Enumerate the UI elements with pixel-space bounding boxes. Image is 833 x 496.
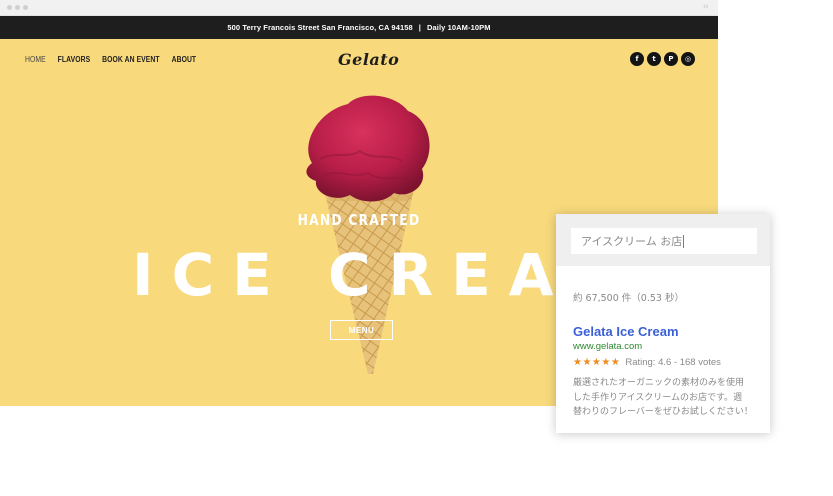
result-title-link[interactable]: Gelata Ice Cream [573, 324, 679, 339]
window-dot-icon[interactable] [7, 5, 12, 10]
browser-title-bar: ‹› [0, 0, 718, 16]
result-url[interactable]: www.gelata.com [573, 341, 642, 352]
search-result-card: アイスクリーム お店 約 67,500 件（0.53 秒） Gelata Ice… [556, 214, 770, 433]
info-bar: 500 Terry Francois Street San Francisco,… [0, 16, 718, 39]
nav-item-home[interactable]: HOME [25, 55, 46, 64]
facebook-icon[interactable]: f [630, 52, 644, 66]
nav-item-about[interactable]: ABOUT [172, 55, 197, 64]
social-links: f t P ◎ [630, 52, 695, 66]
resize-icon: ‹› [702, 2, 709, 12]
main-nav: HOME FLAVORS BOOK AN EVENT ABOUT [25, 55, 196, 64]
info-separator: | [418, 23, 421, 32]
description-line: 厳選されたオーガニックの素材のみを使用 [573, 378, 745, 388]
nav-item-book-an-event[interactable]: BOOK AN EVENT [102, 55, 160, 64]
search-header: アイスクリーム お店 [556, 214, 770, 266]
nav-item-flavors[interactable]: FLAVORS [58, 55, 91, 64]
hours-text: Daily 10AM-10PM [427, 23, 491, 32]
description-line: した手作りアイスクリームのお店です。週 [573, 392, 743, 403]
address-text: 500 Terry Francois Street San Francisco,… [227, 23, 413, 32]
rating-row: ★★★★★ Rating: 4.6 - 168 votes [573, 357, 721, 368]
site-logo[interactable]: Gelato [338, 50, 399, 69]
result-count: 約 67,500 件（0.53 秒） [573, 293, 684, 304]
description-line: 替わりのフレーバーをぜひお試しください！ [573, 407, 753, 417]
twitter-icon[interactable]: t [647, 52, 661, 66]
menu-button[interactable]: MENU [330, 320, 393, 340]
rating-stars-icon: ★★★★★ [573, 357, 621, 368]
pinterest-icon[interactable]: P [664, 52, 678, 66]
window-dot-icon[interactable] [23, 5, 28, 10]
search-input[interactable]: アイスクリーム お店 [571, 228, 757, 254]
text-caret [683, 234, 685, 248]
rating-text: Rating: 4.6 - 168 votes [625, 357, 721, 368]
result-description: 厳選されたオーガニックの素材のみを使用 した手作りアイスクリームのお店です。週 … [573, 376, 763, 420]
search-query: アイスクリーム お店 [581, 235, 683, 248]
window-dot-icon[interactable] [15, 5, 20, 10]
instagram-icon[interactable]: ◎ [681, 52, 695, 66]
